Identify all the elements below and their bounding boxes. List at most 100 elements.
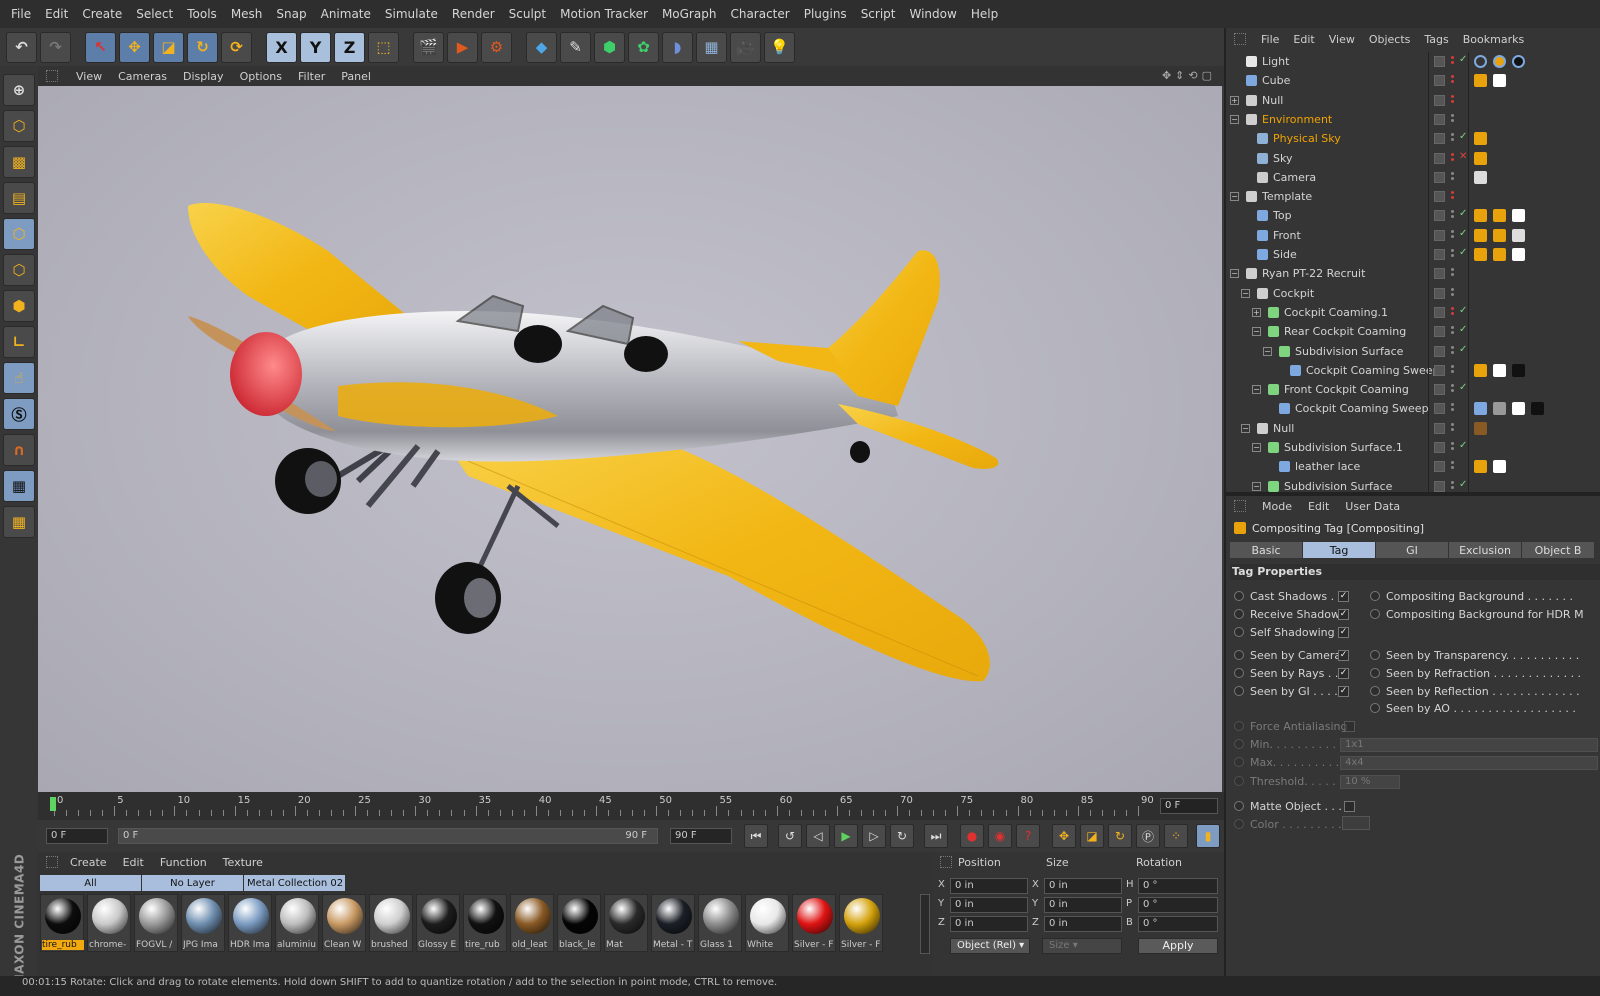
layer-icon[interactable] bbox=[1434, 326, 1445, 338]
material-swatch[interactable]: brushed bbox=[369, 894, 413, 952]
go-to-end-button[interactable]: ⏭ bbox=[924, 824, 948, 848]
menu-render[interactable]: Render bbox=[445, 7, 502, 21]
layer-icon[interactable] bbox=[1434, 461, 1445, 473]
expand-toggle-icon[interactable]: − bbox=[1230, 192, 1239, 202]
object-tag-icon[interactable] bbox=[1474, 460, 1487, 474]
checkbox-receive-shadows[interactable]: ✓ bbox=[1338, 609, 1349, 620]
visibility-dots-icon[interactable] bbox=[1450, 267, 1456, 279]
material-menu-function[interactable]: Function bbox=[152, 856, 215, 869]
layer-icon[interactable] bbox=[1434, 306, 1445, 318]
solo-mode-icon[interactable]: Ⓢ bbox=[3, 398, 35, 430]
color-swatch[interactable] bbox=[1342, 816, 1370, 830]
object-tag-icon[interactable] bbox=[1493, 55, 1506, 68]
object-menu-bookmarks[interactable]: Bookmarks bbox=[1456, 33, 1531, 46]
checkbox-cast-shadows[interactable]: ✓ bbox=[1338, 591, 1349, 602]
menu-file[interactable]: File bbox=[4, 7, 38, 21]
object-tag-icon[interactable] bbox=[1474, 402, 1487, 416]
animation-radio-icon[interactable] bbox=[1234, 819, 1244, 829]
object-row-leather-lace[interactable]: leather lace bbox=[1226, 457, 1600, 476]
visibility-dots-icon[interactable] bbox=[1450, 402, 1456, 414]
object-tag-icon[interactable] bbox=[1474, 151, 1487, 165]
animation-radio-icon[interactable] bbox=[1370, 650, 1380, 660]
3d-viewport[interactable] bbox=[38, 86, 1222, 792]
expand-toggle-icon[interactable]: − bbox=[1252, 481, 1261, 491]
enabled-check-icon[interactable]: ✓ bbox=[1459, 54, 1467, 65]
enabled-check-icon[interactable]: ✓ bbox=[1459, 208, 1467, 219]
visibility-dots-icon[interactable] bbox=[1450, 113, 1456, 125]
record-point-level-button[interactable]: ⁘ bbox=[1164, 824, 1188, 848]
tab-gi[interactable]: GI bbox=[1376, 542, 1449, 558]
go-to-start-button[interactable]: ⏮ bbox=[744, 824, 768, 848]
material-swatch[interactable]: black_le bbox=[557, 894, 601, 952]
object-row-front-cockpit-coaming[interactable]: − Front Cockpit Coaming ✓ bbox=[1226, 380, 1600, 399]
layer-icon[interactable] bbox=[1434, 152, 1445, 164]
play-button[interactable]: ▶ bbox=[834, 824, 858, 848]
redo-button[interactable]: ↷ bbox=[40, 31, 71, 63]
animation-radio-icon[interactable] bbox=[1370, 686, 1380, 696]
visibility-dots-icon[interactable] bbox=[1450, 480, 1456, 492]
tweak-mode-icon[interactable]: ☝ bbox=[3, 362, 35, 394]
object-row-environment[interactable]: − Environment bbox=[1226, 110, 1600, 129]
menu-simulate[interactable]: Simulate bbox=[378, 7, 445, 21]
end-frame-field[interactable]: 90 F bbox=[670, 828, 732, 844]
coordinate-mode-dropdown[interactable]: Object (Rel) ▾ bbox=[950, 938, 1030, 954]
rotate-tool-icon[interactable]: ↻ bbox=[187, 31, 218, 63]
viewport-menu-options[interactable]: Options bbox=[232, 70, 290, 83]
polygons-mode-icon[interactable]: ⬢ bbox=[3, 290, 35, 322]
start-frame-field[interactable]: 0 F bbox=[46, 828, 108, 844]
move-tool-icon[interactable]: ✥ bbox=[119, 31, 150, 63]
object-tag-icon[interactable] bbox=[1493, 74, 1506, 88]
coordinate-system-icon[interactable]: ⬚ bbox=[368, 31, 399, 63]
playhead-marker[interactable] bbox=[50, 797, 56, 811]
object-tag-icon[interactable] bbox=[1493, 209, 1506, 223]
layer-icon[interactable] bbox=[1434, 113, 1445, 125]
cube-primitive-icon[interactable]: ◆ bbox=[526, 31, 557, 63]
animation-radio-icon[interactable] bbox=[1234, 650, 1244, 660]
model-mode-icon[interactable]: ⬡ bbox=[3, 110, 35, 142]
material-swatch[interactable]: JPG Ima bbox=[181, 894, 225, 952]
animation-radio-icon[interactable] bbox=[1234, 776, 1244, 786]
record-rotation-button[interactable]: ↻ bbox=[1108, 824, 1132, 848]
locked-workplane-icon[interactable]: ▦ bbox=[3, 470, 35, 502]
layer-icon[interactable] bbox=[1434, 287, 1445, 299]
expand-toggle-icon[interactable]: − bbox=[1252, 327, 1261, 337]
render-view-icon[interactable]: 🎬 bbox=[413, 31, 444, 63]
animation-radio-icon[interactable] bbox=[1234, 668, 1244, 678]
menu-plugins[interactable]: Plugins bbox=[797, 7, 854, 21]
menu-character[interactable]: Character bbox=[723, 7, 796, 21]
layer-icon[interactable] bbox=[1434, 422, 1445, 434]
size-y-field[interactable]: 0 in bbox=[1044, 897, 1122, 913]
menu-motion-tracker[interactable]: Motion Tracker bbox=[553, 7, 655, 21]
menu-tools[interactable]: Tools bbox=[180, 7, 224, 21]
layer-icon[interactable] bbox=[1434, 56, 1445, 67]
material-swatch[interactable]: tire_rub bbox=[40, 894, 84, 952]
rot-h-field[interactable]: 0 ° bbox=[1138, 878, 1218, 894]
object-tag-icon[interactable] bbox=[1474, 421, 1487, 435]
expand-toggle-icon[interactable]: + bbox=[1230, 95, 1239, 105]
object-tag-icon[interactable] bbox=[1474, 170, 1487, 184]
recent-tool-icon[interactable]: ⟳ bbox=[221, 31, 252, 63]
visibility-dots-icon[interactable] bbox=[1450, 248, 1456, 260]
previous-key-button[interactable]: ↺ bbox=[778, 824, 802, 848]
expand-toggle-icon[interactable]: − bbox=[1263, 346, 1272, 356]
material-swatch[interactable]: tire_rub bbox=[463, 894, 507, 952]
animation-radio-icon[interactable] bbox=[1234, 627, 1244, 637]
layer-icon[interactable] bbox=[1434, 249, 1445, 260]
object-tag-icon[interactable] bbox=[1512, 363, 1525, 377]
animation-radio-icon[interactable] bbox=[1370, 609, 1380, 619]
preview-range-slider[interactable]: 0 F 90 F bbox=[118, 828, 658, 844]
menu-sculpt[interactable]: Sculpt bbox=[502, 7, 553, 21]
threshold-field[interactable]: 10 % bbox=[1340, 775, 1400, 789]
record-parameter-button[interactable]: Ⓟ bbox=[1136, 824, 1160, 848]
menu-edit[interactable]: Edit bbox=[38, 7, 75, 21]
menu-select[interactable]: Select bbox=[129, 7, 180, 21]
animation-radio-icon[interactable] bbox=[1234, 739, 1244, 749]
animation-radio-icon[interactable] bbox=[1234, 801, 1244, 811]
material-swatch[interactable]: Glass 1 bbox=[698, 894, 742, 952]
animation-radio-icon[interactable] bbox=[1370, 703, 1380, 713]
render-to-picture-viewer-icon[interactable]: ▶ bbox=[447, 31, 478, 63]
x-axis-lock-button[interactable]: X bbox=[266, 31, 297, 63]
layer-icon[interactable] bbox=[1434, 94, 1445, 106]
enabled-check-icon[interactable]: ✓ bbox=[1459, 440, 1467, 451]
viewport-menu-panel[interactable]: Panel bbox=[333, 70, 379, 83]
